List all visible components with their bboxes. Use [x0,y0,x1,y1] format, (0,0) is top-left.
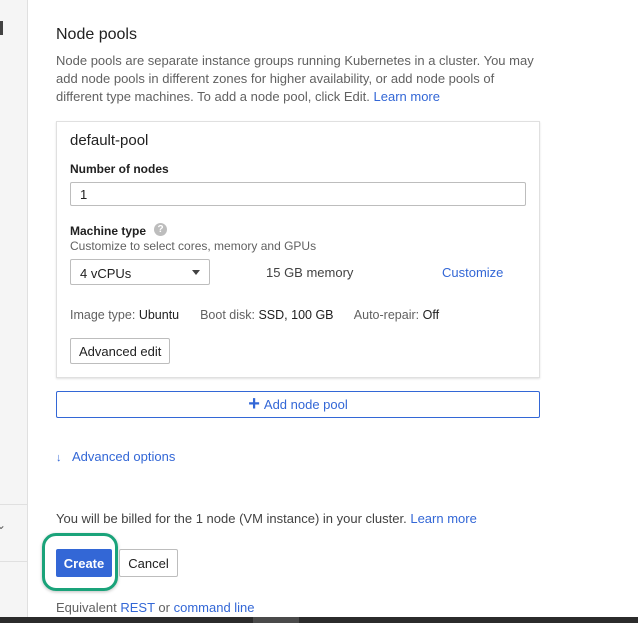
equivalent-prefix: Equivalent [56,600,117,615]
billing-notice: You will be billed for the 1 node (VM in… [56,511,477,526]
rail-divider [0,561,27,562]
machine-type-hint: Customize to select cores, memory and GP… [70,239,317,253]
description-text: Node pools are separate instance groups … [56,53,534,104]
help-circle-icon[interactable]: ? [154,223,167,236]
machine-type-label: Machine type [70,224,147,238]
equivalent-or: or [158,600,170,615]
left-navigation-rail: ⌄ [0,0,28,623]
rail-divider [0,504,27,505]
nodes-label: Number of nodes [70,162,169,176]
cancel-button[interactable]: Cancel [119,549,178,577]
image-type-value: Ubuntu [138,308,180,322]
create-button[interactable]: Create [56,549,112,577]
chevron-down-icon[interactable]: ⌄ [0,518,6,532]
caret-down-icon [192,270,200,275]
rest-link[interactable]: REST [120,600,154,615]
add-node-pool-button[interactable]: + Add node pool [56,391,540,418]
page: ⌄ Node pools Node pools are separate ins… [0,0,638,623]
pool-meta-row: Image type: Ubuntu Boot disk: SSD, 100 G… [70,308,439,322]
customize-link[interactable]: Customize [442,265,503,280]
advanced-edit-button[interactable]: Advanced edit [70,338,171,364]
add-node-pool-label: Add node pool [263,397,348,412]
taskbar-segment [253,617,299,623]
boot-disk-label: Boot disk: [200,308,255,322]
billing-learn-more-link[interactable]: Learn more [410,511,476,526]
learn-more-link[interactable]: Learn more [374,89,440,104]
advanced-options-label: Advanced options [72,449,176,464]
billing-text: You will be billed for the 1 node (VM in… [56,511,407,526]
pool-name: default-pool [70,132,149,149]
double-chevron-down-icon: ↓ [56,452,62,464]
rail-indicator [0,21,3,35]
section-title: Node pools [56,26,137,43]
equivalent-links: Equivalent REST or command line [56,600,255,615]
vcpu-select[interactable]: 4 vCPUs [70,259,210,285]
advanced-options-toggle[interactable]: ↓ Advanced options [56,449,175,464]
auto-repair-label: Auto-repair: [353,308,420,322]
command-line-link[interactable]: command line [174,600,255,615]
section-description: Node pools are separate instance groups … [56,52,540,106]
auto-repair-value: Off [422,308,440,322]
number-of-nodes-input[interactable] [70,182,526,206]
plus-icon: + [248,393,260,415]
memory-value: 15 GB memory [266,265,354,280]
image-type-label: Image type: [70,308,136,322]
default-pool-card: default-pool Number of nodes Machine typ… [56,121,540,378]
boot-disk-value: SSD, 100 GB [258,308,334,322]
vcpu-selected-value: 4 vCPUs [80,266,132,281]
bottom-taskbar-strip [0,617,638,623]
